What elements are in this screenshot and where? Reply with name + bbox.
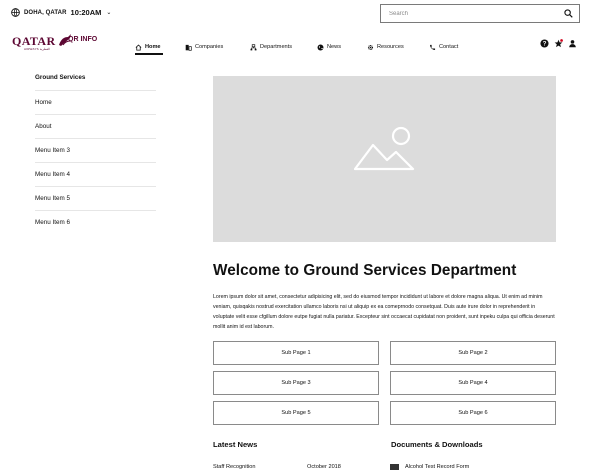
nav-news[interactable]: News [317,40,341,54]
search-icon[interactable] [564,9,573,18]
location-selector[interactable]: DOHA, QATAR 10:20AM ⌄ [11,8,111,17]
sidebar-item-menu-item-3[interactable]: Menu Item 3 [35,138,156,162]
logo-wordmark: QATAR [12,34,56,48]
brand-logo[interactable]: QATAR AIRWAYS القطرية QR INFO [12,34,97,55]
page-title: Welcome to Ground Services Department [213,262,517,279]
user-icon[interactable] [568,39,577,48]
search-box [380,4,580,23]
nav-companies[interactable]: Companies [185,40,223,54]
location-city: DOHA, QATAR [24,9,67,16]
gear-icon [367,44,374,50]
sidebar-item-menu-item-6[interactable]: Menu Item 6 [35,210,156,234]
active-nav-indicator [135,53,163,55]
news-item-title[interactable]: Staff Recognition [213,464,256,470]
subpage-6-button[interactable]: Sub Page 6 [390,401,556,425]
sidebar-title: Ground Services [35,74,86,81]
documents-heading: Documents & Downloads [391,440,483,449]
nav-contact-label: Contact [439,44,459,50]
nav-companies-label: Companies [195,44,224,50]
nav-resources[interactable]: Resources [367,40,404,54]
nav-departments-label: Departments [260,44,293,50]
subpage-4-button[interactable]: Sub Page 4 [390,371,556,395]
org-icon [250,43,257,50]
top-bar: DOHA, QATAR 10:20AM ⌄ [0,0,592,28]
chevron-down-icon: ⌄ [106,10,112,16]
sidebar-item-about[interactable]: About [35,114,156,138]
image-placeholder-icon [354,126,415,171]
local-time: 10:20AM [70,8,102,17]
svg-text:?: ? [543,41,547,48]
subpage-5-button[interactable]: Sub Page 5 [213,401,379,425]
app-name: QR INFO [68,36,98,43]
logo-subtext: AIRWAYS القطرية [24,47,50,51]
globe-icon [317,44,324,50]
nav-news-label: News [327,44,341,50]
globe-icon [11,8,20,17]
nav-contact[interactable]: Contact [429,40,458,54]
subpage-3-button[interactable]: Sub Page 3 [213,371,379,395]
subpage-2-button[interactable]: Sub Page 2 [390,341,556,365]
search-input[interactable] [381,5,561,22]
intro-paragraph: Lorem ipsum dolor sit amet, consectetur … [213,294,555,330]
nav-departments[interactable]: Departments [250,40,292,54]
sidebar-item-home[interactable]: Home [35,90,156,114]
document-icon [390,464,399,470]
latest-news-heading: Latest News [213,440,258,449]
subpage-1-button[interactable]: Sub Page 1 [213,341,379,365]
phone-icon [430,44,436,50]
news-item-date: October 2018 [307,464,341,470]
home-icon [135,44,142,51]
building-icon [185,44,192,51]
nav-home-label: Home [145,44,161,50]
nav-home[interactable]: Home [135,40,161,54]
document-link[interactable]: Alcohol Test Record Form [405,464,469,470]
favorites-star-icon[interactable] [554,39,563,48]
sidebar-item-menu-item-5[interactable]: Menu Item 5 [35,186,156,210]
hero-image-placeholder [213,76,556,242]
main-navigation: QATAR AIRWAYS القطرية QR INFO Home Compa… [0,28,592,62]
notification-dot [560,39,563,42]
nav-resources-label: Resources [377,44,404,50]
help-icon[interactable]: ? [540,39,549,48]
sidebar-item-menu-item-4[interactable]: Menu Item 4 [35,162,156,186]
